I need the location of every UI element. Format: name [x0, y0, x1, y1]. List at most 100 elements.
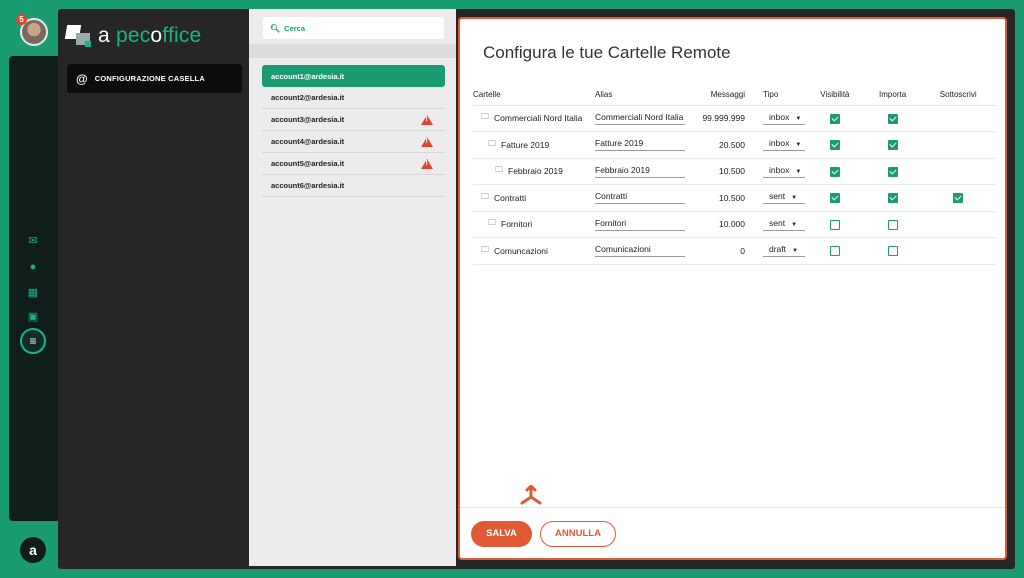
- visibility-cell: [805, 158, 865, 185]
- folder-name: Contratti: [494, 192, 527, 203]
- alias-input[interactable]: Contratti: [595, 191, 685, 205]
- type-cell: draft ▼: [755, 237, 805, 265]
- chevron-down-icon: ▼: [791, 195, 798, 202]
- folder-icon: 🗀: [481, 191, 489, 201]
- type-select[interactable]: draft ▼: [763, 244, 805, 258]
- visibility-checkbox[interactable]: [829, 166, 840, 177]
- brand-logo: a pecoffice: [64, 22, 202, 50]
- subscribe-empty: [920, 131, 996, 159]
- col-importa: Importa: [864, 85, 921, 106]
- alias-input[interactable]: Comunicazioni: [595, 244, 685, 258]
- account-email: account1@ardesia.it: [271, 71, 345, 81]
- folder-icon: 🗀: [495, 165, 503, 175]
- mail-icon[interactable]: ✉: [25, 234, 41, 248]
- subscribe-checkbox[interactable]: [953, 193, 964, 204]
- account-item[interactable]: account6@ardesia.it: [262, 175, 445, 197]
- type-select[interactable]: inbox ▼: [763, 112, 805, 125]
- account-item[interactable]: account4@ardesia.it: [262, 131, 445, 153]
- alias-cell: Comunicazioni: [595, 237, 693, 265]
- visibility-cell: [805, 237, 865, 265]
- type-cell: inbox ▼: [755, 105, 805, 132]
- at-icon: @: [76, 71, 88, 86]
- remote-folders-card: Configura le tue Cartelle Remote Cartell…: [458, 17, 1007, 560]
- visibility-checkbox[interactable]: [829, 113, 840, 124]
- type-select[interactable]: sent ▼: [763, 218, 805, 231]
- calendar-icon[interactable]: ▣: [25, 310, 41, 324]
- import-checkbox[interactable]: [887, 219, 898, 230]
- nav-config-mailbox[interactable]: @ CONFIGURAZIONE CASELLA: [67, 64, 242, 93]
- type-cell: inbox ▼: [755, 158, 805, 185]
- visibility-checkbox[interactable]: [829, 246, 840, 257]
- settings-sliders-icon[interactable]: ≡: [20, 328, 46, 354]
- table-header-row: Cartelle Alias Messaggi Tipo Visibilità …: [473, 85, 996, 106]
- visibility-cell: [805, 211, 865, 238]
- table-row: 🗀 Comuncazioni Comunicazioni 0 draft ▼: [473, 237, 996, 265]
- type-select[interactable]: inbox ▼: [763, 165, 805, 178]
- col-alias: Alias: [595, 85, 693, 106]
- import-cell: [864, 211, 921, 238]
- folder-cell: 🗀 Fatture 2019: [473, 131, 595, 159]
- type-cell: inbox ▼: [755, 131, 805, 159]
- col-visibilita: Visibilità: [805, 85, 865, 106]
- alias-cell: Contratti: [595, 184, 693, 212]
- app-logo-icon[interactable]: a: [20, 537, 46, 563]
- account-email: account5@ardesia.it: [271, 159, 345, 168]
- type-value: inbox: [769, 138, 790, 149]
- type-value: draft: [769, 244, 787, 255]
- account-email: account3@ardesia.it: [271, 115, 345, 124]
- brand-name: a pecoffice: [98, 24, 202, 47]
- table-row: 🗀 Febbraio 2019 Febbraio 2019 10.500 inbox ▼: [473, 158, 996, 185]
- folder-cell: 🗀 Comuncazioni: [473, 237, 595, 265]
- brand-mark-icon: [64, 25, 92, 47]
- import-checkbox[interactable]: [887, 246, 898, 257]
- messages-count: 0: [693, 237, 755, 265]
- type-select[interactable]: sent ▼: [763, 191, 805, 205]
- folder-name: Fatture 2019: [501, 139, 550, 150]
- alias-cell: Commerciali Nord Italia: [595, 105, 693, 132]
- type-cell: sent ▼: [755, 211, 805, 238]
- folder-icon: 🗀: [488, 218, 496, 228]
- messages-count: 20.500: [693, 131, 755, 159]
- col-cartelle: Cartelle: [473, 85, 595, 106]
- search-divider: [249, 44, 456, 58]
- user-icon[interactable]: ●: [25, 260, 41, 274]
- import-checkbox[interactable]: [887, 140, 898, 151]
- search-icon: 🔍︎: [270, 23, 281, 33]
- table-row: 🗀 Fatture 2019 Fatture 2019 20.500 inbox ▼: [473, 131, 996, 159]
- visibility-checkbox[interactable]: [829, 193, 840, 204]
- folder-name: Comuncazioni: [494, 245, 548, 256]
- account-item[interactable]: account1@ardesia.it: [262, 65, 445, 87]
- type-value: sent: [769, 217, 786, 228]
- search-placeholder: Cerca: [284, 23, 306, 33]
- save-button[interactable]: SALVA: [471, 521, 532, 547]
- alias-input[interactable]: Fornitori: [595, 218, 685, 231]
- col-sottoscrivi: Sottoscrivi: [920, 85, 996, 106]
- import-checkbox[interactable]: [887, 193, 898, 204]
- alias-input[interactable]: Commerciali Nord Italia: [595, 112, 685, 125]
- account-item[interactable]: account2@ardesia.it: [262, 87, 445, 109]
- account-item[interactable]: account5@ardesia.it: [262, 153, 445, 175]
- warning-icon: [421, 158, 433, 169]
- folder-cell: 🗀 Contratti: [473, 184, 595, 212]
- import-cell: [864, 184, 921, 212]
- table-row: 🗀 Commerciali Nord Italia Commerciali Nord…: [473, 105, 996, 132]
- alias-input[interactable]: Febbraio 2019: [595, 165, 685, 178]
- visibility-checkbox[interactable]: [829, 219, 840, 230]
- account-item[interactable]: account3@ardesia.it: [262, 109, 445, 131]
- visibility-cell: [805, 184, 865, 212]
- page-title: Configura le tue Cartelle Remote: [483, 43, 731, 62]
- folder-name: Commerciali Nord Italia: [494, 113, 583, 124]
- search-input[interactable]: 🔍︎ Cerca: [263, 17, 444, 39]
- col-tipo: Tipo: [755, 85, 805, 106]
- contacts-icon[interactable]: ▦: [25, 286, 41, 300]
- folder-name: Fornitori: [501, 219, 533, 230]
- import-cell: [864, 105, 921, 132]
- import-cell: [864, 131, 921, 159]
- type-select[interactable]: inbox ▼: [763, 138, 805, 152]
- alias-input[interactable]: Fatture 2019: [595, 138, 685, 152]
- import-checkbox[interactable]: [887, 113, 898, 124]
- import-checkbox[interactable]: [887, 166, 898, 177]
- visibility-checkbox[interactable]: [829, 140, 840, 151]
- cancel-button[interactable]: ANNULLA: [540, 521, 616, 547]
- chevron-down-icon: ▼: [795, 142, 802, 149]
